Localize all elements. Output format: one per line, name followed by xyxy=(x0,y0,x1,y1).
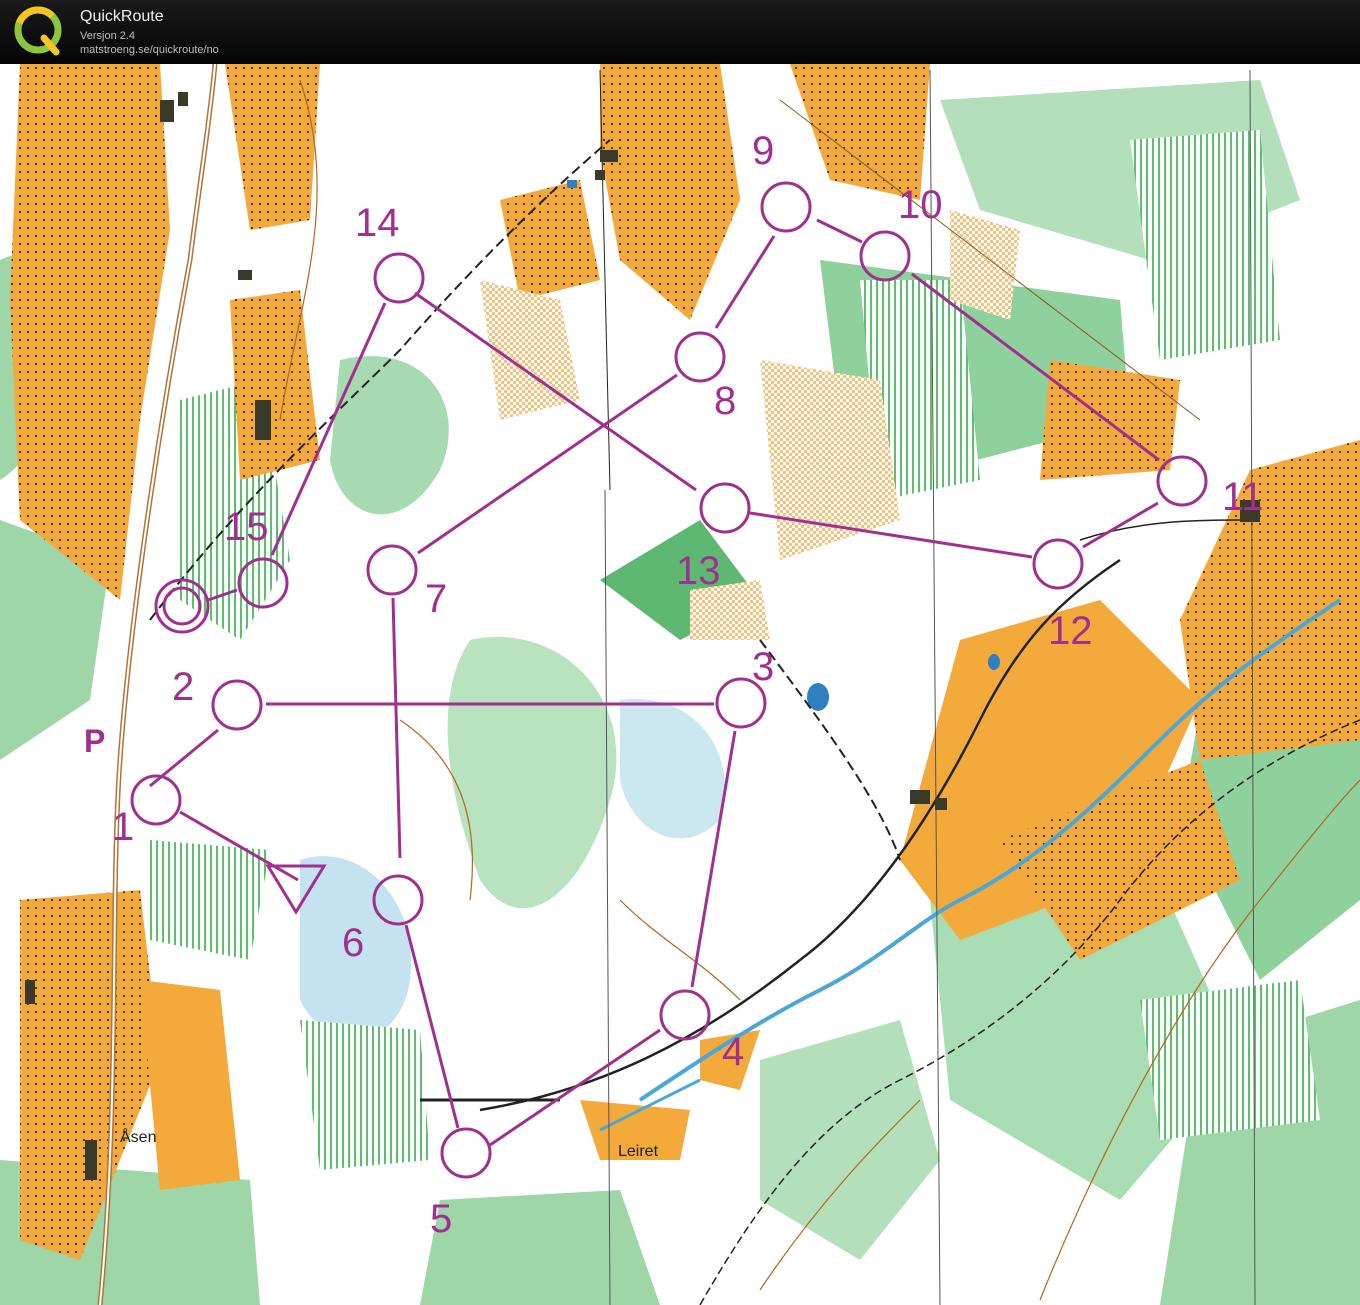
control-label-11: 11 xyxy=(1222,475,1264,519)
place-name-asen: Åsen xyxy=(120,1127,156,1146)
control-label-1: 1 xyxy=(112,805,134,849)
place-name-leiret: Leiret xyxy=(618,1143,659,1160)
control-label-4: 4 xyxy=(722,1030,744,1074)
app-version: Versjon 2.4 xyxy=(80,30,136,42)
control-label-13: 13 xyxy=(676,549,721,593)
control-label-3: 3 xyxy=(752,645,774,689)
control-label-5: 5 xyxy=(430,1197,452,1241)
control-label-15: 15 xyxy=(224,505,269,549)
control-label-6: 6 xyxy=(342,921,364,965)
app-url: matstroeng.se/quickroute/no xyxy=(80,44,219,56)
control-label-9: 9 xyxy=(752,129,774,173)
orienteering-map[interactable]: 1 2 3 4 5 6 7 8 9 10 11 12 13 14 15 Åsen Leiret P xyxy=(0,64,1360,1305)
control-label-8: 8 xyxy=(714,379,736,423)
app-name: QuickRoute xyxy=(80,8,164,25)
quickroute-logo-icon xyxy=(14,6,62,56)
control-label-7: 7 xyxy=(425,577,447,621)
parking-label: P xyxy=(84,723,105,759)
control-label-2: 2 xyxy=(172,665,194,709)
control-label-12: 12 xyxy=(1048,609,1093,653)
control-label-10: 10 xyxy=(898,183,943,227)
control-label-14: 14 xyxy=(355,201,400,245)
app-header: QuickRoute Versjon 2.4 matstroeng.se/qui… xyxy=(0,0,1360,64)
map-canvas[interactable]: 12 3456789101112131415 Åsen Leiret P xyxy=(0,64,1360,1305)
